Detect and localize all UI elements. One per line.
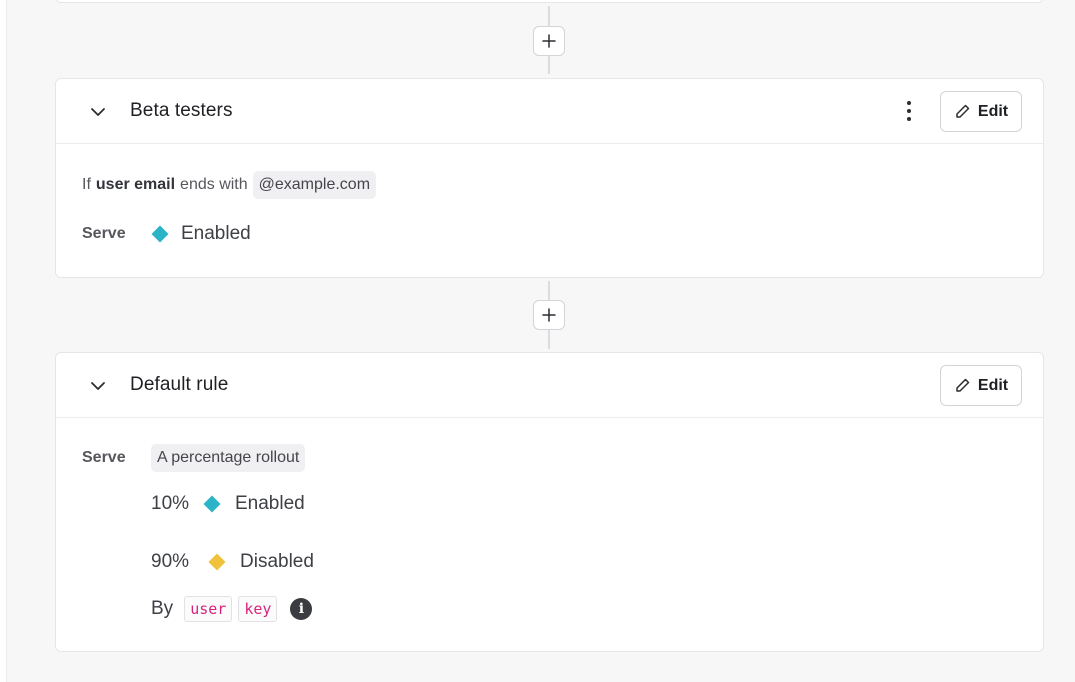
rule-header: Beta testers Edit bbox=[56, 79, 1043, 144]
edit-rule-button[interactable]: Edit bbox=[940, 91, 1022, 132]
rollout-row-disabled: 90% Disabled bbox=[151, 551, 314, 573]
default-rule-card: Default rule Edit Serve A percentage rol… bbox=[55, 352, 1044, 652]
edit-label: Edit bbox=[977, 376, 1009, 394]
serve-variation: Enabled bbox=[181, 223, 251, 244]
rule-title: Default rule bbox=[130, 374, 229, 395]
enabled-variation-icon bbox=[151, 225, 169, 243]
previous-rule-card bbox=[55, 0, 1044, 3]
serve-mode: A percentage rollout bbox=[151, 444, 306, 472]
serve-row: Serve A percentage rollout bbox=[82, 444, 306, 472]
rules-canvas: Beta testers Edit If user email ends wit… bbox=[6, 0, 1075, 682]
plus-icon bbox=[542, 308, 556, 322]
add-rule-button[interactable] bbox=[533, 300, 565, 330]
condition-operator: ends with bbox=[180, 176, 248, 193]
edit-label: Edit bbox=[977, 102, 1009, 120]
attribute-code: key bbox=[238, 596, 278, 622]
info-icon[interactable]: i bbox=[290, 598, 313, 620]
serve-row: Serve Enabled bbox=[82, 223, 251, 245]
rollout-variation: Disabled bbox=[240, 551, 314, 572]
beta-testers-rule-card: Beta testers Edit If user email ends wit… bbox=[55, 78, 1044, 278]
by-label: By bbox=[151, 598, 174, 619]
pencil-icon bbox=[956, 104, 970, 118]
condition-prefix: If bbox=[82, 176, 91, 193]
more-options-icon[interactable] bbox=[899, 99, 919, 123]
rollout-row-enabled: 10% Enabled bbox=[151, 493, 305, 515]
condition-value: @example.com bbox=[252, 171, 377, 199]
rollout-percent: 90% bbox=[151, 551, 190, 572]
plus-icon bbox=[542, 34, 556, 48]
rule-condition: If user email ends with @example.com bbox=[82, 171, 377, 199]
serve-label: Serve bbox=[82, 449, 126, 466]
chevron-down-icon[interactable] bbox=[89, 103, 107, 121]
rollout-percent: 10% bbox=[151, 493, 190, 514]
context-kind-code: user bbox=[184, 596, 233, 622]
chevron-down-icon[interactable] bbox=[89, 377, 107, 395]
edit-rule-button[interactable]: Edit bbox=[940, 365, 1022, 406]
serve-label: Serve bbox=[82, 225, 126, 242]
pencil-icon bbox=[956, 378, 970, 392]
rollout-by-row: By user key i bbox=[151, 596, 313, 622]
add-rule-button[interactable] bbox=[533, 26, 565, 56]
disabled-variation-icon bbox=[208, 553, 226, 571]
enabled-variation-icon bbox=[203, 495, 221, 513]
condition-attribute: user email bbox=[95, 176, 176, 193]
rule-header: Default rule Edit bbox=[56, 353, 1043, 418]
rule-title: Beta testers bbox=[130, 100, 233, 121]
rollout-variation: Enabled bbox=[235, 493, 305, 514]
